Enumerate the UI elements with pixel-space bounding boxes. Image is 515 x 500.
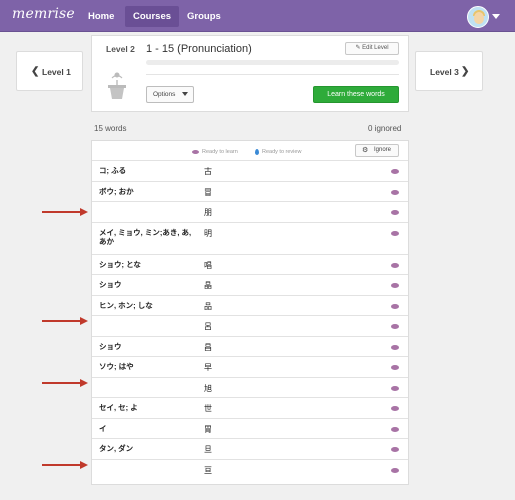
previous-level-button[interactable]: ❮ Level 1 [16,51,83,91]
seed-pot-icon [108,72,126,99]
edit-level-label: Edit Level [362,45,389,51]
word-reading: セイ, セ; よ [99,403,138,412]
annotation-arrow-icon [42,461,88,469]
word-row[interactable]: 朋 [92,201,408,222]
word-reading: ソウ; はや [99,362,134,371]
word-count: 15 words [94,124,127,133]
ready-to-learn-icon [391,324,399,329]
divider [146,74,399,75]
word-row[interactable]: 亘 [92,458,408,480]
word-kanji: 冒 [204,187,212,197]
ready-to-learn-icon [391,283,399,288]
word-row[interactable]: メイ, ミョウ, ミン;あき, あ, あか 明 [92,221,408,254]
word-kanji: 晶 [204,281,212,290]
ready-to-learn-icon [391,385,399,391]
nav-home[interactable]: Home [80,6,122,27]
word-row[interactable]: イ胃 [92,417,408,439]
word-reading: メイ, ミョウ, ミン;あき, あ, あか [99,227,192,246]
legend-review-label: Ready to review [262,149,302,155]
word-row[interactable]: 旭 [92,376,408,398]
annotation-arrow-icon [42,317,88,325]
next-level-button[interactable]: Level 3 ❯ [415,51,483,91]
word-kanji: 旭 [204,383,212,393]
top-navbar: memrise Home Courses Groups [0,0,515,32]
legend-ready-to-learn: Ready to learn [192,147,238,158]
word-row[interactable]: ヒン, ホン; しな 品 [92,294,408,316]
level-progress-bar [146,60,399,65]
level-header-card: Level 2 1 - 15 (Pronunciation) ✎ Edit Le… [91,35,409,112]
word-kanji: 胃 [204,424,212,434]
ready-to-learn-icon [391,344,399,350]
annotation-arrow-icon [42,379,88,387]
ready-to-learn-icon [391,467,399,473]
legend-learn-label: Ready to learn [202,149,238,155]
word-kanji: 早 [204,363,212,372]
word-row[interactable]: タン, ダン 旦 [92,438,408,459]
ready-to-learn-icon [391,189,399,195]
ignore-button[interactable]: ⚙ Ignore [355,144,399,157]
word-reading: イ [99,423,107,433]
level-number: Level 2 [106,44,135,54]
word-reading: ショウ; とな [99,259,141,269]
word-row[interactable]: ショウ 晶 [92,274,408,295]
word-kanji: 旦 [204,445,212,454]
chevron-left-icon: ❮ [31,66,40,77]
ready-to-learn-icon [391,230,399,236]
word-list-card: Ready to learn Ready to review ⚙ Ignore … [91,140,409,485]
chevron-down-icon [182,92,188,96]
edit-level-button[interactable]: ✎ Edit Level [345,42,399,55]
word-kanji: 世 [204,404,212,413]
ready-to-learn-icon [391,210,399,215]
word-row[interactable]: コ; ふる 古 [92,160,408,181]
ready-to-learn-icon [391,169,399,174]
word-kanji: 明 [204,228,212,238]
options-label: Options [153,91,176,98]
word-kanji: 亘 [204,465,212,475]
user-avatar[interactable] [467,6,489,28]
previous-level-label: Level 1 [42,67,71,77]
level-title: 1 - 15 (Pronunciation) [146,43,252,55]
word-kanji: 品 [204,301,212,311]
word-kanji: 唱 [204,260,212,270]
ready-to-learn-icon [391,406,399,411]
ignore-label: Ignore [374,147,392,153]
word-reading: タン, ダン [99,444,134,453]
word-row[interactable]: ソウ; はや 早 [92,356,408,377]
water-drop-icon [255,148,259,155]
ready-to-learn-icon [391,303,399,309]
nav-courses[interactable]: Courses [125,6,180,27]
word-kanji: 古 [204,167,212,176]
word-reading: ショウ [99,341,122,351]
ready-to-learn-icon [391,447,399,452]
ready-to-learn-icon [391,426,399,432]
word-kanji: 呂 [204,322,212,331]
pencil-icon: ✎ [355,45,361,51]
legend-ready-to-review: Ready to review [255,147,301,158]
word-kanji: 昌 [204,342,212,352]
ready-to-learn-icon [391,365,399,370]
word-kanji: 朋 [204,208,212,217]
account-menu-caret-icon[interactable] [492,14,500,19]
word-row[interactable]: ボウ; おか 冒 [92,180,408,202]
word-reading: ショウ [99,280,122,289]
gear-icon: ⚙ [362,147,369,154]
next-level-label: Level 3 [430,67,459,77]
options-dropdown[interactable]: Options [146,86,194,103]
avatar-face [474,12,484,24]
annotation-arrow-icon [42,208,88,216]
word-reading: コ; ふる [99,166,127,175]
word-row[interactable]: ショウ; とな 唱 [92,253,408,275]
ready-to-learn-icon [192,149,199,154]
ignored-count: 0 ignored [368,124,402,133]
learn-these-words-button[interactable]: Learn these words [313,86,399,103]
word-reading: ボウ; おか [99,186,134,196]
chevron-right-icon: ❯ [461,66,470,77]
word-row[interactable]: ショウ 昌 [92,335,408,357]
word-row[interactable]: セイ, セ; よ 世 [92,397,408,418]
word-row[interactable]: 呂 [92,315,408,336]
nav-groups[interactable]: Groups [179,6,229,27]
ready-to-learn-icon [391,262,399,268]
memrise-logo[interactable]: memrise [12,6,75,22]
word-reading: ヒン, ホン; しな [99,300,153,310]
